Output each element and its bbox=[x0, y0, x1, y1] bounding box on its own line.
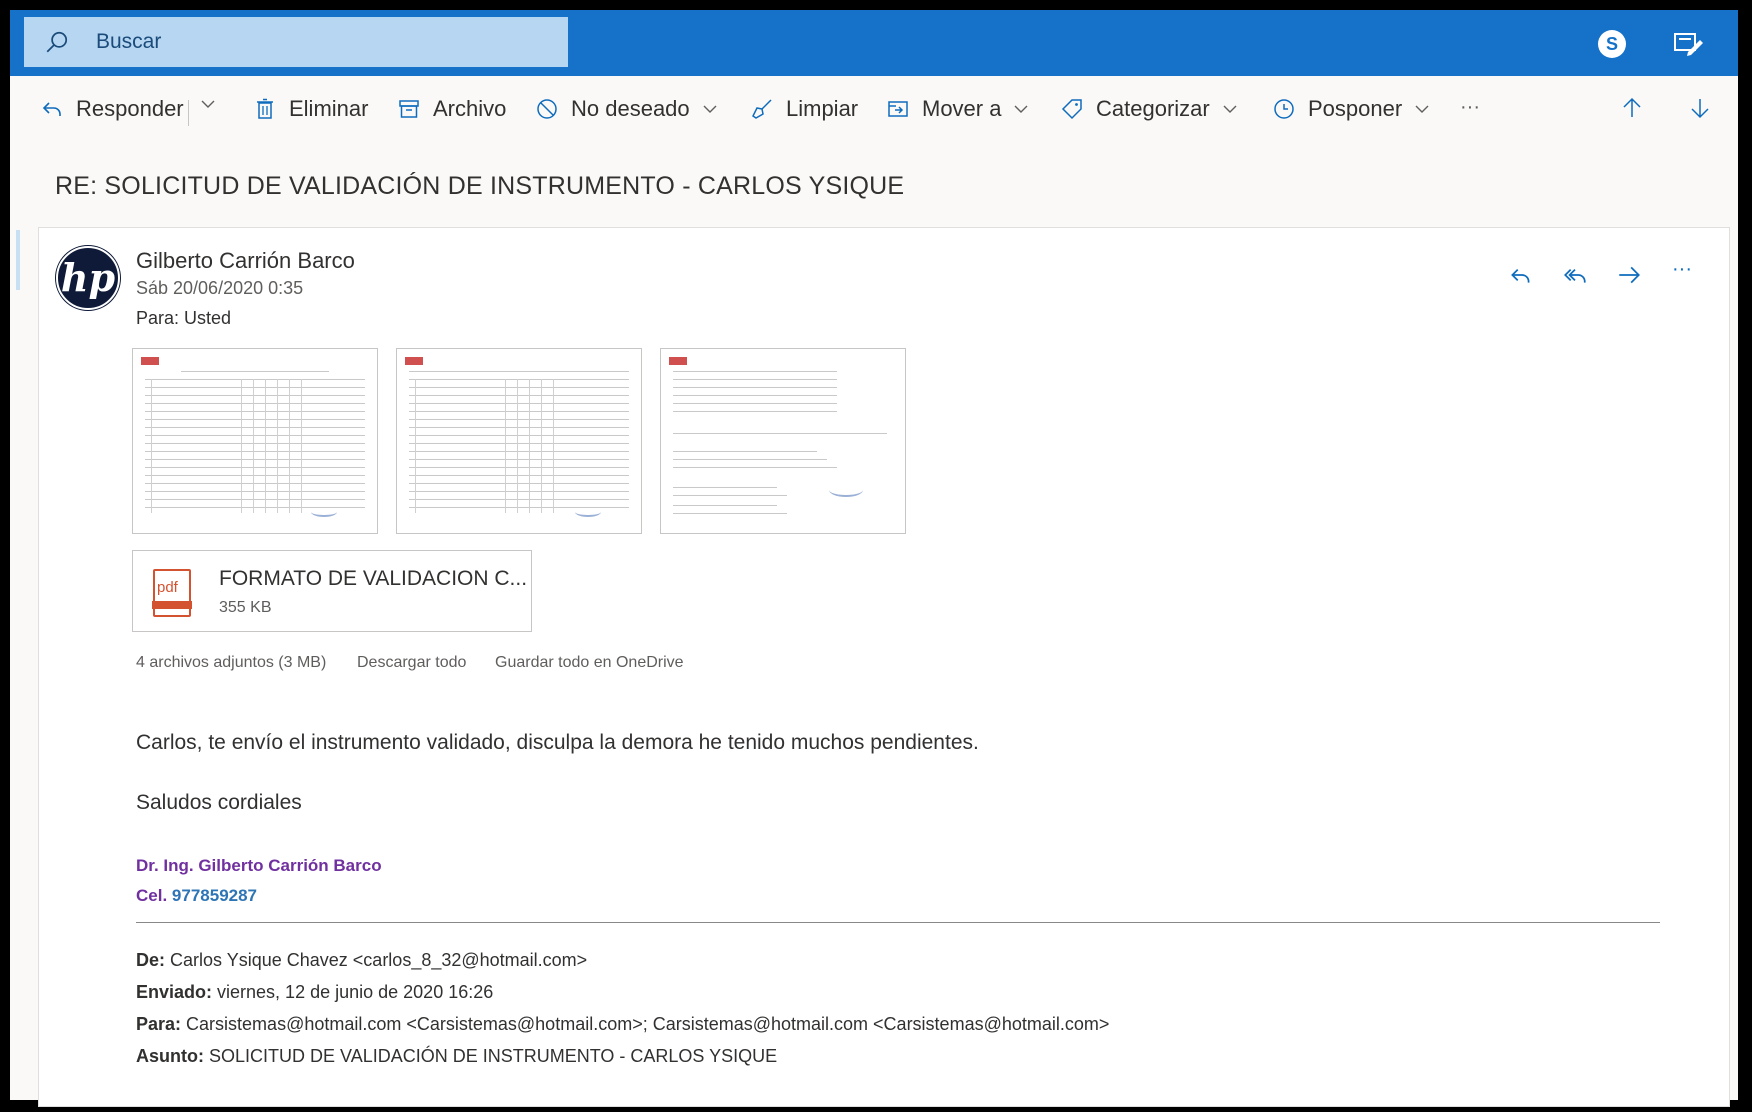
search-input[interactable]: Buscar bbox=[96, 30, 161, 54]
forward-sent: Enviado: viernes, 12 de junio de 2020 16… bbox=[136, 982, 493, 1003]
attachment-thumbnail[interactable] bbox=[660, 348, 906, 534]
command-bar: Responder Eliminar Archivo No deseado Li… bbox=[10, 76, 1738, 148]
subject-value: SOLICITUD DE VALIDACIÓN DE INSTRUMENTO -… bbox=[209, 1046, 778, 1066]
selection-indicator bbox=[16, 230, 20, 290]
snooze-button[interactable]: Posponer bbox=[1272, 96, 1430, 122]
body-greeting: Saludos cordiales bbox=[136, 791, 302, 814]
attachment-count: 4 archivos adjuntos (3 MB) bbox=[136, 654, 327, 671]
search-box[interactable]: Buscar bbox=[24, 17, 568, 67]
body-paragraph: Carlos, te envío el instrumento validado… bbox=[136, 731, 979, 754]
to-value: Carsistemas@hotmail.com <Carsistemas@hot… bbox=[186, 1014, 1110, 1034]
previous-message-button[interactable] bbox=[1620, 96, 1644, 120]
quote-divider bbox=[136, 922, 1660, 923]
reply-label: Responder bbox=[76, 96, 184, 121]
download-all-link[interactable]: Descargar todo bbox=[357, 654, 466, 672]
move-folder-icon bbox=[888, 101, 908, 117]
message-subject: RE: SOLICITUD DE VALIDACIÓN DE INSTRUMEN… bbox=[55, 172, 905, 200]
junk-button[interactable]: No deseado bbox=[535, 96, 718, 122]
save-onedrive-link[interactable]: Guardar todo en OneDrive bbox=[495, 654, 684, 672]
move-label: Mover a bbox=[922, 96, 1002, 121]
forward-action[interactable] bbox=[1616, 262, 1642, 288]
archive-icon bbox=[399, 100, 419, 118]
reply-all-icon bbox=[1564, 268, 1586, 283]
categorize-label: Categorizar bbox=[1096, 96, 1210, 121]
reply-button[interactable]: Responder bbox=[40, 96, 184, 122]
broom-icon bbox=[752, 99, 772, 119]
junk-label: No deseado bbox=[571, 96, 690, 121]
chevron-down-icon bbox=[1415, 105, 1429, 113]
archive-label: Archivo bbox=[433, 96, 507, 121]
reply-icon bbox=[42, 102, 61, 116]
top-bar: Buscar S bbox=[10, 10, 1738, 76]
arrow-down-icon bbox=[1691, 99, 1709, 119]
reply-action[interactable] bbox=[1508, 262, 1534, 288]
avatar[interactable]: hp bbox=[56, 246, 120, 310]
snooze-label: Posponer bbox=[1308, 96, 1403, 121]
signature-name: Dr. Ing. Gilberto Carrión Barco bbox=[136, 856, 382, 875]
attachment-thumbnail[interactable] bbox=[132, 348, 378, 534]
document-preview bbox=[669, 357, 897, 525]
tag-icon bbox=[1061, 99, 1082, 120]
compose-icon[interactable] bbox=[1670, 26, 1704, 60]
to-label: Para: bbox=[136, 308, 180, 328]
divider bbox=[188, 100, 189, 126]
from-label: De: bbox=[136, 950, 166, 970]
skype-icon[interactable]: S bbox=[1598, 30, 1626, 58]
signature-phone: Cel. 977859287 bbox=[136, 886, 257, 906]
delete-label: Eliminar bbox=[289, 96, 369, 121]
move-button[interactable]: Mover a bbox=[886, 96, 1029, 122]
pdf-badge: pdf bbox=[157, 579, 178, 596]
reply-all-action[interactable] bbox=[1562, 262, 1588, 288]
forward-subject: Asunto: SOLICITUD DE VALIDACIÓN DE INSTR… bbox=[136, 1046, 777, 1067]
sweep-label: Limpiar bbox=[786, 96, 859, 121]
recipient-line: Para: Usted bbox=[136, 308, 231, 329]
phone-number[interactable]: 977859287 bbox=[172, 886, 257, 905]
sent-value: viernes, 12 de junio de 2020 16:26 bbox=[217, 982, 494, 1002]
reply-icon bbox=[1511, 268, 1530, 283]
pdf-attachment[interactable]: pdf FORMATO DE VALIDACION C... 355 KB bbox=[132, 550, 532, 632]
block-icon bbox=[537, 99, 557, 119]
forward-icon bbox=[1619, 266, 1640, 284]
sender-name[interactable]: Gilberto Carrión Barco bbox=[136, 248, 355, 274]
chevron-down-icon bbox=[703, 105, 717, 113]
sent-label: Enviado: bbox=[136, 982, 213, 1002]
more-label: ··· bbox=[1460, 96, 1480, 118]
more-label: ··· bbox=[1672, 258, 1692, 280]
search-icon bbox=[46, 31, 68, 53]
more-actions-button[interactable]: ··· bbox=[1460, 96, 1480, 119]
archive-button[interactable]: Archivo bbox=[397, 96, 506, 122]
pdf-icon: pdf bbox=[152, 569, 192, 617]
sweep-button[interactable]: Limpiar bbox=[750, 96, 858, 122]
to-label: Para: bbox=[136, 1014, 182, 1034]
subject-label: Asunto: bbox=[136, 1046, 204, 1066]
attachment-size: 355 KB bbox=[219, 599, 272, 616]
message-more-button[interactable]: ··· bbox=[1672, 258, 1692, 281]
phone-label: Cel. bbox=[136, 886, 168, 905]
attachment-name: FORMATO DE VALIDACION C... bbox=[219, 567, 528, 590]
message-date: Sáb 20/06/2020 0:35 bbox=[136, 278, 304, 298]
to-value[interactable]: Usted bbox=[184, 308, 231, 328]
document-preview bbox=[141, 357, 369, 525]
chevron-down-icon bbox=[1014, 105, 1028, 113]
from-value: Carlos Ysique Chavez <carlos_8_32@hotmai… bbox=[170, 950, 588, 970]
categorize-button[interactable]: Categorizar bbox=[1060, 96, 1238, 122]
forward-from: De: Carlos Ysique Chavez <carlos_8_32@ho… bbox=[136, 950, 587, 971]
document-preview bbox=[405, 357, 633, 525]
reply-dropdown[interactable] bbox=[200, 96, 216, 112]
trash-icon bbox=[257, 98, 273, 119]
chevron-down-icon bbox=[201, 100, 215, 108]
attachment-thumbnail[interactable] bbox=[396, 348, 642, 534]
clock-icon bbox=[1274, 99, 1294, 119]
arrow-up-icon bbox=[1623, 97, 1641, 117]
delete-button[interactable]: Eliminar bbox=[253, 96, 368, 122]
next-message-button[interactable] bbox=[1688, 96, 1712, 120]
forward-to: Para: Carsistemas@hotmail.com <Carsistem… bbox=[136, 1014, 1109, 1035]
chevron-down-icon bbox=[1223, 105, 1237, 113]
